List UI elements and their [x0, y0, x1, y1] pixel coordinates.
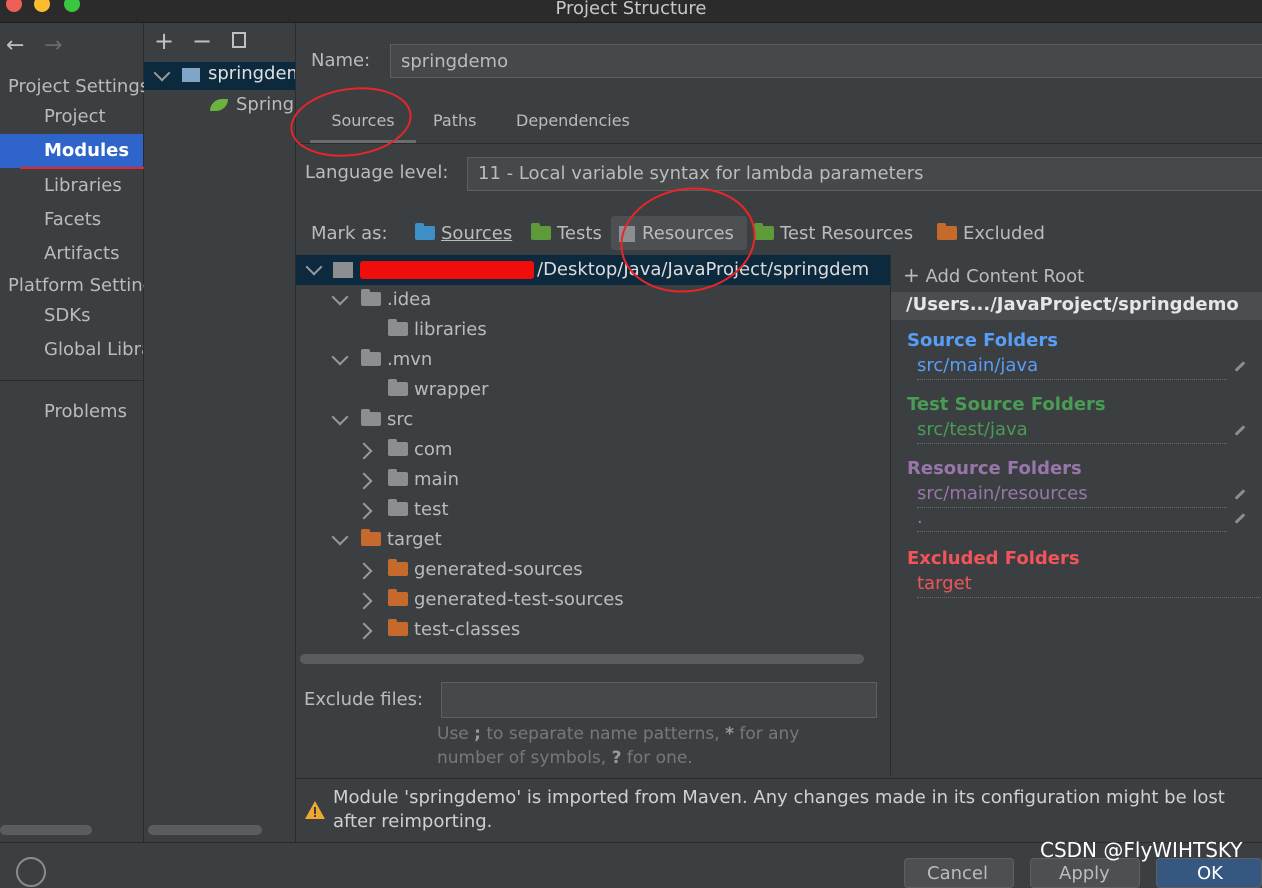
- mark-as-label: Mark as:: [311, 223, 388, 244]
- tabs-divider: [296, 143, 1262, 144]
- remove-module-button[interactable]: −: [192, 27, 212, 55]
- exclude-hint-line2: number of symbols, ? for one.: [437, 748, 693, 768]
- modules-scrollbar[interactable]: [148, 825, 262, 835]
- folder-icon: [388, 435, 414, 465]
- nav-divider: [0, 380, 143, 381]
- excluded-folder-icon: [388, 585, 414, 615]
- nav-item-libraries[interactable]: Libraries: [0, 169, 143, 203]
- warning-icon: [305, 801, 325, 819]
- apply-button[interactable]: Apply: [1030, 858, 1140, 888]
- exclude-files-label: Exclude files:: [304, 689, 424, 710]
- source-folders-header: Source Folders: [907, 330, 1058, 351]
- content-root-panel: + Add Content Root /Users.../JavaProject…: [890, 255, 1262, 775]
- edit-pencil-icon[interactable]: [1234, 513, 1246, 524]
- edit-pencil-icon[interactable]: [1234, 361, 1246, 372]
- module-folder-icon: [333, 262, 353, 278]
- excluded-folder-icon: [388, 615, 414, 645]
- folder-icon: [361, 405, 387, 435]
- resource-folder-path[interactable]: src/main/resources: [917, 483, 1227, 508]
- excluded-folder-path[interactable]: target: [917, 573, 1262, 598]
- warning-divider: [296, 778, 1262, 779]
- platform-settings-header: Platform Settings: [8, 275, 148, 296]
- resource-folder-icon: [619, 226, 635, 242]
- resource-folder-path-2[interactable]: .: [917, 507, 1227, 532]
- nav-item-artifacts[interactable]: Artifacts: [0, 237, 143, 271]
- nav-scrollbar[interactable]: [0, 825, 92, 835]
- module-name-input[interactable]: [390, 44, 1262, 78]
- nav-item-modules[interactable]: Modules: [0, 134, 143, 168]
- module-tree-row-spring[interactable]: Spring: [144, 92, 295, 120]
- content-root-path: /Desktop/Java/JavaProject/springdem: [537, 259, 870, 280]
- folder-tree: /Desktop/Java/JavaProject/springdem .ide…: [296, 255, 890, 675]
- module-folder-icon: [182, 68, 200, 82]
- maven-warning-line1: Module 'springdemo' is imported from Mav…: [333, 787, 1225, 808]
- folder-icon: [388, 495, 414, 525]
- spring-leaf-icon: [210, 99, 228, 111]
- mark-as-test-resources-button[interactable]: Test Resources: [754, 223, 913, 244]
- nav-item-project[interactable]: Project: [0, 100, 143, 134]
- tab-sources[interactable]: Sources: [310, 108, 416, 144]
- modules-list-panel: + − springdemo Spring: [144, 23, 296, 872]
- exclude-files-input[interactable]: [441, 682, 877, 718]
- folder-icon: [361, 285, 387, 315]
- language-level-select[interactable]: 11 - Local variable syntax for lambda pa…: [467, 157, 1262, 191]
- title-bar: Project Structure: [0, 0, 1262, 23]
- project-settings-header: Project Settings: [8, 76, 148, 97]
- window-title: Project Structure: [555, 0, 707, 19]
- folder-icon: [388, 375, 414, 405]
- source-folder-icon: [415, 223, 435, 240]
- mark-as-excluded-button[interactable]: Excluded: [937, 223, 1045, 244]
- copy-module-icon[interactable]: [232, 32, 246, 48]
- back-arrow-icon[interactable]: ←: [6, 33, 24, 58]
- module-tree-row-springdemo[interactable]: springdemo: [144, 62, 295, 90]
- test-source-folder-path[interactable]: src/test/java: [917, 419, 1227, 444]
- add-content-root-button[interactable]: + Add Content Root: [903, 263, 1084, 287]
- nav-item-facets[interactable]: Facets: [0, 203, 143, 237]
- folder-icon: [361, 345, 387, 375]
- test-source-folders-header: Test Source Folders: [907, 394, 1106, 415]
- mark-as-sources-button[interactable]: Sources: [415, 223, 512, 244]
- facet-name: Spring: [236, 94, 295, 115]
- module-name: springdemo: [208, 63, 295, 84]
- excluded-folder-icon: [361, 525, 387, 555]
- content-root-header[interactable]: /Users.../JavaProject/springdemo: [891, 292, 1262, 320]
- name-label: Name:: [311, 50, 371, 71]
- folder-icon: [388, 465, 414, 495]
- content-root-path: /Users.../JavaProject/springdemo: [906, 294, 1239, 315]
- maven-warning-line2: after reimporting.: [333, 811, 493, 832]
- chevron-down-icon: [153, 64, 171, 82]
- tree-horizontal-scrollbar[interactable]: [300, 654, 864, 664]
- test-resource-folder-icon: [754, 223, 774, 240]
- edit-pencil-icon[interactable]: [1234, 425, 1246, 436]
- chevron-down-icon: [305, 258, 323, 276]
- cancel-button[interactable]: Cancel: [904, 858, 1014, 888]
- redacted-path-annotation: [360, 261, 534, 279]
- excluded-folder-icon: [937, 223, 957, 240]
- nav-item-problems[interactable]: Problems: [0, 395, 143, 429]
- ok-button[interactable]: OK: [1156, 858, 1262, 888]
- help-icon[interactable]: [16, 857, 46, 887]
- tree-row-content-root[interactable]: /Desktop/Java/JavaProject/springdem: [296, 255, 890, 285]
- exclude-hint-line1: Use ; to separate name patterns, * for a…: [437, 724, 800, 744]
- add-module-button[interactable]: +: [154, 27, 174, 55]
- mark-as-tests-button[interactable]: Tests: [531, 223, 602, 244]
- tab-paths[interactable]: Paths: [433, 108, 476, 140]
- source-folder-path[interactable]: src/main/java: [917, 355, 1227, 380]
- tab-dependencies[interactable]: Dependencies: [516, 108, 630, 140]
- forward-arrow-icon[interactable]: →: [44, 33, 62, 58]
- settings-nav: ← → Project Settings Project Modules Lib…: [0, 23, 150, 872]
- edit-pencil-icon[interactable]: [1234, 489, 1246, 500]
- nav-item-global-libraries[interactable]: Global Libraries: [0, 333, 143, 367]
- mark-as-resources-button[interactable]: Resources: [611, 216, 747, 250]
- language-level-label: Language level:: [305, 162, 449, 183]
- excluded-folders-header: Excluded Folders: [907, 548, 1080, 569]
- folder-icon: [388, 315, 414, 345]
- language-level-value: 11 - Local variable syntax for lambda pa…: [478, 163, 924, 184]
- nav-item-sdks[interactable]: SDKs: [0, 299, 143, 333]
- resource-folders-header: Resource Folders: [907, 458, 1082, 479]
- plus-icon: +: [903, 263, 920, 287]
- excluded-folder-icon: [388, 555, 414, 585]
- test-folder-icon: [531, 223, 551, 240]
- csdn-watermark: CSDN @FlyWIHTSKY: [1040, 838, 1243, 862]
